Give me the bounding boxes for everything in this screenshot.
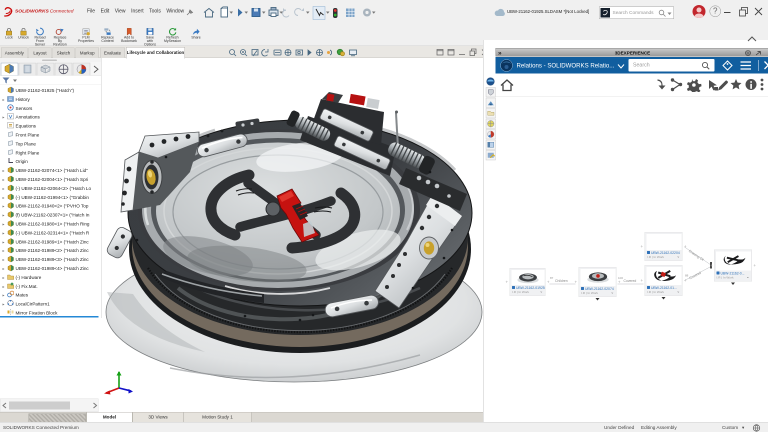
svg-text:Covered: Covered: [689, 271, 702, 281]
svg-text:87: 87: [550, 276, 554, 280]
svg-text:Children: Children: [555, 279, 568, 283]
svg-text:Drawing Of: Drawing Of: [688, 249, 704, 262]
svg-text:Covered: Covered: [624, 279, 637, 283]
svg-text:88: 88: [685, 274, 689, 278]
